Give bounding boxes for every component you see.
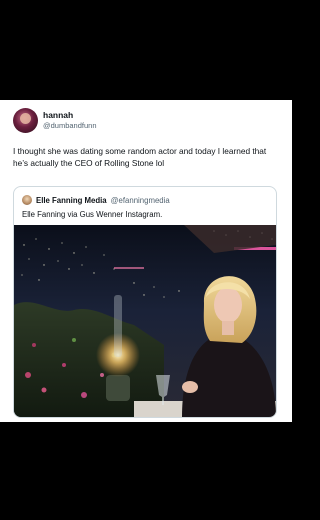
quoted-handle[interactable]: @efanningmedia (111, 196, 170, 205)
author-display-name[interactable]: hannah (43, 110, 97, 120)
lamp-base (106, 375, 130, 401)
post-text: I thought she was dating some random act… (13, 146, 267, 168)
post-card[interactable]: hannah @dumbandfunn I thought she was da… (0, 100, 292, 422)
post-author[interactable]: hannah @dumbandfunn (13, 108, 97, 133)
quoted-avatar[interactable] (22, 195, 32, 205)
quoted-post[interactable]: Elle Fanning Media @efanningmedia Elle F… (13, 186, 277, 418)
quoted-photo[interactable] (14, 225, 276, 417)
quoted-display-name[interactable]: Elle Fanning Media (36, 196, 107, 205)
avatar[interactable] (13, 108, 38, 133)
lamp-chimney (114, 295, 122, 357)
author-names: hannah @dumbandfunn (43, 110, 97, 131)
quoted-post-header: Elle Fanning Media @efanningmedia (22, 195, 170, 205)
quoted-text: Elle Fanning via Gus Wenner Instagram. (22, 210, 163, 219)
author-handle[interactable]: @dumbandfunn (43, 121, 97, 131)
